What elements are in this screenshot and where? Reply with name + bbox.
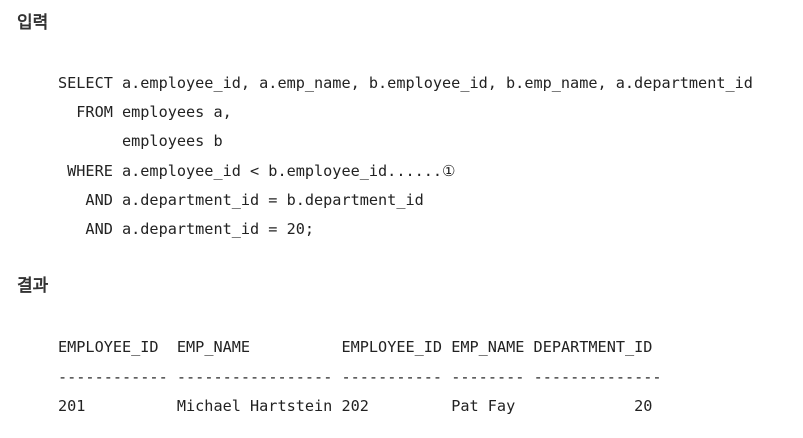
column-separator: ----------------- xyxy=(176,367,333,386)
column-separator: -------------- xyxy=(533,367,662,386)
result-table: EMPLOYEE_ID EMP_NAME EMPLOYEE_ID EMP_NAM… xyxy=(58,333,662,422)
column-separator: ------------ xyxy=(58,367,168,386)
query-line: FROM employees a, xyxy=(58,103,232,122)
column-header: EMP_NAME xyxy=(176,338,251,356)
query-line: AND a.department_id = 20; xyxy=(58,219,315,238)
input-heading: 입력 xyxy=(17,13,49,33)
column-header: EMPLOYEE_ID xyxy=(341,338,443,356)
result-separator-row: ------------ ----------------- ---------… xyxy=(58,363,662,393)
cell-employee-id: 201 xyxy=(58,397,86,415)
result-header-row: EMPLOYEE_ID EMP_NAME EMPLOYEE_ID EMP_NAM… xyxy=(58,333,662,363)
column-header: DEPARTMENT_ID xyxy=(533,338,653,356)
column-header: EMPLOYEE_ID xyxy=(58,338,159,356)
query-line: WHERE a.employee_id < b.employee_id.....… xyxy=(58,161,456,180)
query-line: employees b xyxy=(58,132,223,151)
result-data-row: 201 Michael Hartstein 202 Pat Fay 20 xyxy=(58,392,662,422)
cell-employee-id: 202 xyxy=(341,397,369,415)
query-line: AND a.department_id = b.department_id xyxy=(58,190,424,209)
column-separator: -------- xyxy=(451,367,525,386)
column-header: EMP_NAME xyxy=(451,338,525,356)
cell-department-id: 20 xyxy=(634,397,653,415)
result-heading: 결과 xyxy=(17,276,49,296)
sql-query-block: SELECT a.employee_id, a.emp_name, b.empl… xyxy=(58,69,753,244)
query-line: SELECT a.employee_id, a.emp_name, b.empl… xyxy=(58,74,753,92)
cell-emp-name: Michael Hartstein xyxy=(176,397,333,415)
column-separator: ----------- xyxy=(341,367,443,386)
cell-emp-name: Pat Fay xyxy=(451,397,516,415)
